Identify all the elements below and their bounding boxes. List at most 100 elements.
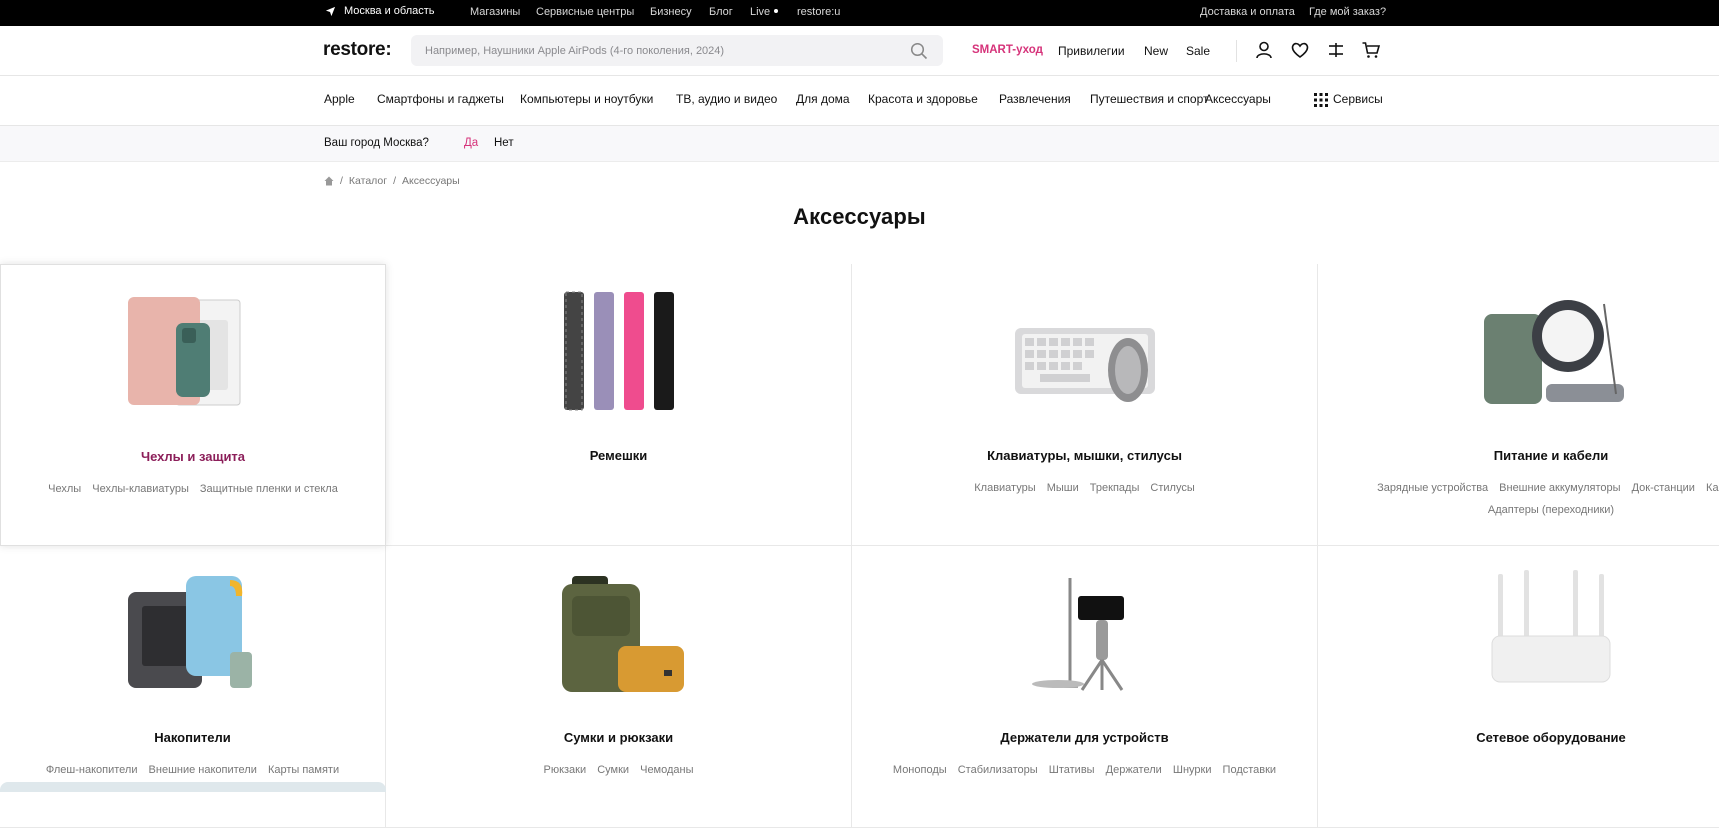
top-link-delivery[interactable]: Доставка и оплата <box>1200 6 1295 18</box>
top-link-business[interactable]: Бизнесу <box>650 6 692 18</box>
nav-smartphones[interactable]: Смартфоны и гаджеты <box>377 92 504 106</box>
top-bar: Москва и область Магазины Сервисные цент… <box>0 0 1719 26</box>
charger-image <box>1484 300 1624 404</box>
router-image <box>1491 570 1611 683</box>
subcategory-link[interactable]: Защитные пленки и стекла <box>200 483 338 495</box>
category-name: Сетевое оборудование <box>1476 730 1626 745</box>
compare-icon[interactable] <box>1326 40 1346 60</box>
category-card-cases[interactable]: Чехлы и защита Чехлы Чехлы-клавиатуры За… <box>0 264 386 546</box>
category-card-power[interactable]: Питание и кабели Зарядные устройства Вне… <box>1318 264 1719 546</box>
subcategory-link[interactable]: Адаптеры (переходники) <box>1488 504 1614 516</box>
category-card-bags[interactable]: Сумки и рюкзаки Рюкзаки Сумки Чемоданы <box>386 546 852 828</box>
subcategory-link[interactable]: Рюкзаки <box>543 764 586 776</box>
subcategory-list: Флеш-накопители Внешние накопители Карты… <box>0 759 385 781</box>
smart-care-link[interactable]: SMART-уход <box>972 44 1043 56</box>
city-question: Ваш город Москва? <box>324 137 429 149</box>
top-link-blog[interactable]: Блог <box>709 6 733 18</box>
category-name: Ремешки <box>589 448 648 463</box>
subcategory-link[interactable]: Стабилизаторы <box>958 764 1038 776</box>
city-confirm-bar: Ваш город Москва? Да Нет <box>0 126 1719 162</box>
location-label: Москва и область <box>344 5 435 17</box>
cart-icon[interactable] <box>1361 40 1381 60</box>
category-name: Сумки и рюкзаки <box>563 730 674 745</box>
header-divider <box>1236 40 1237 62</box>
drives-image <box>127 576 252 688</box>
nav-home[interactable]: Для дома <box>796 92 850 106</box>
top-link-live-label: Live <box>750 6 771 18</box>
subcategory-link[interactable]: Держатели <box>1106 764 1162 776</box>
subcategory-link[interactable]: Шнурки <box>1173 764 1212 776</box>
subcategory-link[interactable]: Моноподы <box>893 764 947 776</box>
user-icon[interactable] <box>1254 40 1274 60</box>
straps-image <box>563 291 674 411</box>
category-card-holders[interactable]: Держатели для устройств Моноподы Стабили… <box>852 546 1318 828</box>
subcategory-link[interactable]: Штативы <box>1049 764 1095 776</box>
subcategory-link[interactable]: Флеш-накопители <box>46 764 138 776</box>
subcategory-link[interactable]: Чехлы <box>48 483 81 495</box>
live-dot-icon <box>774 9 779 13</box>
top-link-stores[interactable]: Магазины <box>470 6 520 18</box>
new-link[interactable]: New <box>1144 44 1168 58</box>
subcategory-link[interactable]: Трекпады <box>1090 482 1140 494</box>
nav-tv-audio[interactable]: ТВ, аудио и видео <box>676 92 777 106</box>
subcategory-link[interactable]: Мыши <box>1047 482 1079 494</box>
keyboard-image <box>1014 328 1155 402</box>
nav-computers[interactable]: Компьютеры и ноутбуки <box>520 92 653 106</box>
header: restore: SMART-уход Привилегии New Sale <box>0 26 1719 76</box>
nav-entertainment[interactable]: Развлечения <box>999 92 1071 106</box>
sale-link[interactable]: Sale <box>1186 44 1210 58</box>
category-nav: Apple Смартфоны и гаджеты Компьютеры и н… <box>0 76 1719 126</box>
breadcrumb-catalog[interactable]: Каталог <box>349 175 387 187</box>
category-name: Чехлы и защита <box>140 449 246 464</box>
category-name: Накопители <box>154 730 231 745</box>
privileges-link[interactable]: Привилегии <box>1058 44 1125 58</box>
city-no-button[interactable]: Нет <box>494 137 514 149</box>
subcategory-link[interactable]: Каб <box>1706 482 1719 494</box>
city-yes-button[interactable]: Да <box>464 137 478 149</box>
subcategory-link[interactable]: Карты памяти <box>268 764 339 776</box>
location-selector[interactable]: Москва и область <box>325 5 435 17</box>
subcategory-link[interactable]: Сумки <box>597 764 629 776</box>
search-icon[interactable] <box>910 42 928 60</box>
cases-image <box>128 297 241 406</box>
subcategory-link[interactable]: Чехлы-клавиатуры <box>92 483 189 495</box>
home-icon[interactable] <box>324 176 334 186</box>
backpack-image <box>561 576 684 692</box>
holder-image <box>1031 578 1124 691</box>
breadcrumb: / Каталог / Аксессуары <box>324 175 460 187</box>
breadcrumb-separator: / <box>340 175 343 187</box>
nav-apple[interactable]: Apple <box>324 92 355 106</box>
heart-icon[interactable] <box>1290 40 1310 60</box>
top-link-service-centers[interactable]: Сервисные центры <box>536 6 634 18</box>
category-card-straps[interactable]: Ремешки <box>386 264 852 546</box>
subcategory-list: Чехлы Чехлы-клавиатуры Защитные пленки и… <box>1 478 385 500</box>
page-title: Аксессуары <box>793 204 926 229</box>
bottom-panel-edge <box>0 782 386 792</box>
search-input[interactable] <box>411 35 943 66</box>
subcategory-link[interactable]: Внешние накопители <box>149 764 257 776</box>
logo[interactable]: restore: <box>323 39 392 61</box>
nav-accessories[interactable]: Аксессуары <box>1205 92 1271 106</box>
nav-travel[interactable]: Путешествия и спорт <box>1090 92 1208 106</box>
subcategory-list: Клавиатуры Мыши Трекпады Стилусы <box>852 477 1317 499</box>
location-arrow-icon <box>325 6 336 16</box>
category-card-network[interactable]: Сетевое оборудование <box>1318 546 1719 828</box>
nav-services[interactable]: Сервисы <box>1333 92 1383 106</box>
subcategory-link[interactable]: Клавиатуры <box>974 482 1035 494</box>
subcategory-link[interactable]: Чемоданы <box>640 764 693 776</box>
subcategory-link[interactable]: Внешние аккумуляторы <box>1499 482 1620 494</box>
subcategory-link[interactable]: Док-станции <box>1632 482 1695 494</box>
category-grid: Чехлы и защита Чехлы Чехлы-клавиатуры За… <box>0 264 1719 828</box>
breadcrumb-separator: / <box>393 175 397 187</box>
subcategory-list: Зарядные устройства Внешние аккумуляторы… <box>1318 477 1719 521</box>
subcategory-link[interactable]: Зарядные устройства <box>1377 482 1488 494</box>
top-link-live[interactable]: Live <box>750 6 779 18</box>
subcategory-link[interactable]: Подставки <box>1223 764 1277 776</box>
top-link-restore-u[interactable]: restore:u <box>797 6 840 18</box>
top-link-order-status[interactable]: Где мой заказ? <box>1309 6 1386 18</box>
nav-beauty[interactable]: Красота и здоровье <box>868 92 978 106</box>
services-grid-icon <box>1314 93 1328 107</box>
category-name: Держатели для устройств <box>1000 730 1169 745</box>
category-card-keyboards[interactable]: Клавиатуры, мышки, стилусы Клавиатуры Мы… <box>852 264 1318 546</box>
subcategory-link[interactable]: Стилусы <box>1150 482 1194 494</box>
